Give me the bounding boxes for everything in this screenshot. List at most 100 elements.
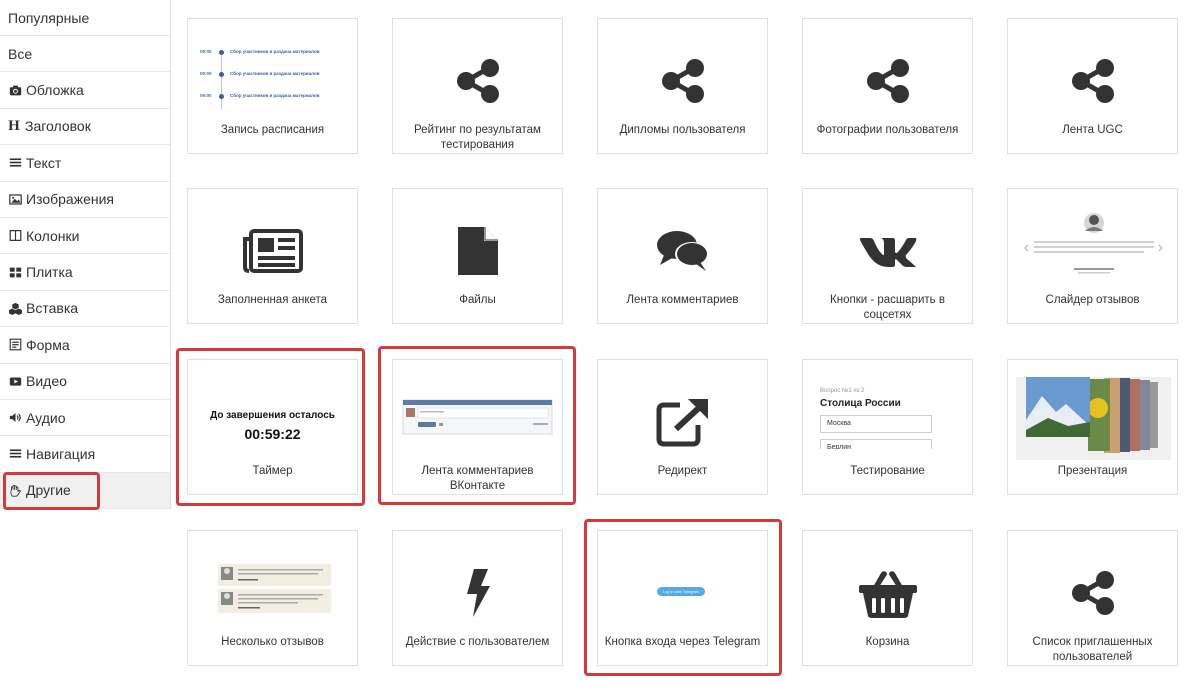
block-card-label: Корзина	[865, 636, 910, 648]
schedule-dot	[219, 72, 224, 77]
block-card-label: Список приглашенных пользователей	[1032, 636, 1153, 663]
block-card-user-photos[interactable]: Фотографии пользователя	[802, 18, 973, 154]
sidebar-item-tiles[interactable]: Плитка	[0, 254, 170, 291]
tiles-icon	[8, 265, 22, 279]
schedule-time: 09:00	[200, 71, 212, 76]
sidebar-item-label: Все	[8, 45, 33, 62]
share-icon	[393, 51, 562, 111]
volume-icon	[8, 411, 22, 425]
block-card-comments-feed[interactable]: Лента комментариев	[597, 188, 768, 324]
sidebar-item-heading[interactable]: H Заголовок	[0, 108, 170, 146]
block-card-label: Лента UGC	[1062, 124, 1123, 136]
sidebar-item-label: Заголовок	[25, 118, 91, 135]
sidebar-item-all[interactable]: Все	[0, 36, 170, 73]
schedule-dot	[219, 50, 224, 55]
block-card-label: Несколько отзывов	[221, 636, 324, 648]
block-card-vk-comments[interactable]: Лента комментариев ВКонтакте	[392, 359, 563, 495]
sidebar-item-cover[interactable]: Обложка	[0, 72, 170, 109]
block-card-label: Кнопки - расшарить в соцсетях	[830, 294, 945, 321]
newspaper-icon	[188, 221, 357, 281]
sidebar-item-label: Популярные	[8, 9, 90, 26]
sidebar-item-video[interactable]: Видео	[0, 363, 170, 400]
sidebar-item-popular[interactable]: Популярные	[0, 0, 170, 36]
share-icon	[803, 51, 972, 111]
block-card-label: Фотографии пользователя	[816, 124, 959, 136]
basket-icon	[803, 563, 972, 623]
category-sidebar: Популярные Все Обложка H Заголовок Текст…	[0, 0, 171, 510]
block-card-label: Редирект	[657, 465, 708, 477]
camera-icon	[8, 83, 22, 97]
share-icon	[598, 51, 767, 111]
lines-icon	[8, 156, 22, 170]
sidebar-item-other[interactable]: Другие	[0, 472, 170, 510]
block-card-label: Лента комментариев	[626, 294, 739, 306]
block-card-reviews-slider[interactable]: Слайдер отзывов	[1007, 188, 1178, 324]
picture-icon	[8, 192, 22, 206]
form-icon	[8, 338, 22, 352]
sidebar-item-label: Обложка	[26, 82, 84, 99]
sidebar-item-label: Форма	[26, 336, 70, 353]
block-card-timer[interactable]: До завершения осталось 00:59:22 Таймер	[187, 359, 358, 495]
sidebar-item-label: Навигация	[26, 445, 96, 462]
blocks-grid: 09:00 Сбор участников и раздача материал…	[0, 0, 1200, 681]
quiz-option: Берлин	[820, 439, 932, 449]
sidebar-item-label: Изображения	[26, 191, 114, 208]
block-card-presentation[interactable]: Презентация	[1007, 359, 1178, 495]
block-card-telegram-login[interactable]: Log in with Telegram Кнопка входа через …	[597, 530, 768, 666]
schedule-title: Сбор участников и раздача материалов	[230, 49, 320, 54]
block-card-share-buttons[interactable]: Кнопки - расшарить в соцсетях	[802, 188, 973, 324]
sidebar-item-label: Колонки	[26, 227, 80, 244]
block-card-files[interactable]: Файлы	[392, 188, 563, 324]
share-icon	[1008, 563, 1177, 623]
share-icon	[1008, 51, 1177, 111]
sidebar-item-label: Другие	[26, 482, 71, 499]
telegram-login-preview: Log in with Telegram	[657, 587, 705, 596]
sidebar-item-columns[interactable]: Колонки	[0, 217, 170, 255]
block-card-invited-users[interactable]: Список приглашенных пользователей	[1007, 530, 1178, 666]
sidebar-item-text[interactable]: Текст	[0, 145, 170, 182]
schedule-time: 09:00	[200, 93, 212, 98]
block-card-ugc-feed[interactable]: Лента UGC	[1007, 18, 1178, 154]
timer-value: 00:59:22	[244, 426, 301, 442]
vk-icon	[803, 221, 972, 281]
sidebar-item-label: Плитка	[26, 264, 73, 281]
sidebar-item-images[interactable]: Изображения	[0, 181, 170, 218]
sidebar-item-audio[interactable]: Аудио	[0, 399, 170, 437]
sidebar-item-label: Текст	[26, 154, 62, 171]
schedule-title: Сбор участников и раздача материалов	[230, 71, 320, 76]
block-card-cart[interactable]: Корзина	[802, 530, 973, 666]
sidebar-item-label: Аудио	[26, 409, 66, 426]
block-card-label: Кнопка входа через Telegram	[604, 636, 761, 648]
block-card-diplomas[interactable]: Дипломы пользователя	[597, 18, 768, 154]
block-card-test-rating[interactable]: Рейтинг по результатам тестирования	[392, 18, 563, 154]
block-card-label: Заполненная анкета	[217, 294, 328, 306]
sidebar-item-embed[interactable]: Вставка	[0, 290, 170, 328]
block-card-quiz[interactable]: Вопрос №1 из 2 Столица России Москва Бер…	[802, 359, 973, 495]
sidebar-item-label: Вставка	[26, 300, 79, 317]
file-icon	[393, 221, 562, 281]
quiz-option: Москва	[820, 415, 932, 433]
schedule-time: 09:00	[200, 49, 212, 54]
block-card-user-action[interactable]: Действие с пользователем	[392, 530, 563, 666]
timer-title: До завершения осталось	[210, 410, 335, 421]
columns-icon	[8, 229, 22, 243]
block-card-redirect[interactable]: Редирект	[597, 359, 768, 495]
block-card-multiple-reviews[interactable]: Несколько отзывов	[187, 530, 358, 666]
heading-icon: H	[8, 117, 20, 134]
schedule-title: Сбор участников и раздача материалов	[230, 93, 320, 98]
block-card-label: Слайдер отзывов	[1045, 294, 1140, 306]
block-card-label: Лента комментариев ВКонтакте	[421, 465, 534, 492]
menu-icon	[8, 447, 22, 461]
block-card-label: Дипломы пользователя	[619, 124, 746, 136]
block-card-filled-form[interactable]: Заполненная анкета	[187, 188, 358, 324]
hand-icon	[8, 483, 22, 497]
block-card-label: Рейтинг по результатам тестирования	[414, 124, 541, 151]
sidebar-item-navigation[interactable]: Навигация	[0, 436, 170, 473]
block-card-label: Тестирование	[850, 465, 925, 477]
cubes-icon	[8, 301, 22, 315]
block-card-schedule[interactable]: 09:00 Сбор участников и раздача материал…	[187, 18, 358, 154]
comments-icon	[598, 221, 767, 281]
quiz-question-counter: Вопрос №1 из 2	[820, 388, 865, 394]
sidebar-item-form[interactable]: Форма	[0, 327, 170, 364]
block-card-label: Файлы	[459, 294, 496, 306]
